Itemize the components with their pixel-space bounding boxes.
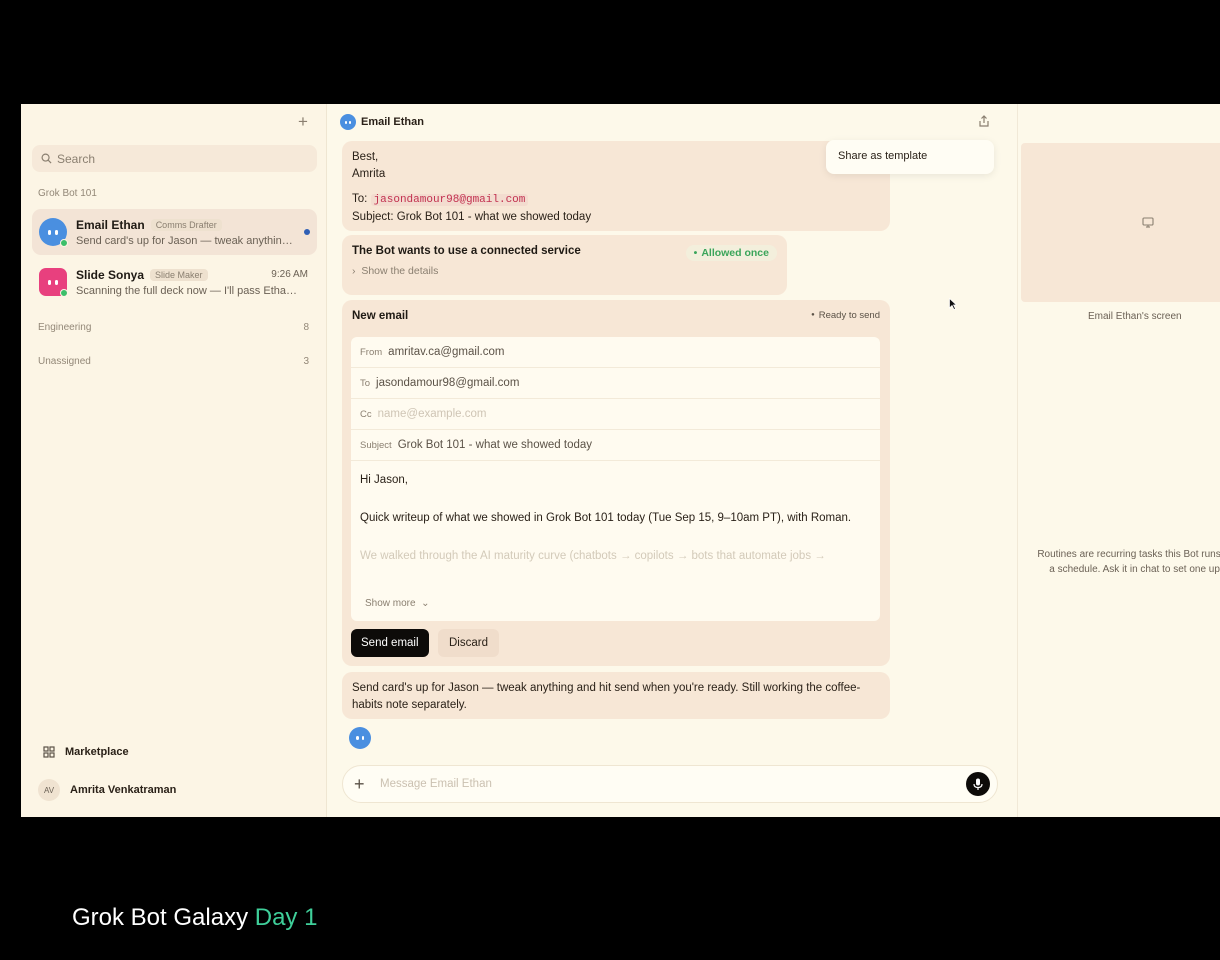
search-icon [41, 153, 52, 164]
message-bubble: Send card's up for Jason — tweak anythin… [342, 672, 890, 719]
to-label: To [360, 377, 371, 389]
group-label-unassigned[interactable]: Unassigned [38, 356, 91, 367]
recipient-email-chip: jasondamour98@gmail.com [370, 194, 529, 206]
from-label: From [360, 346, 383, 358]
user-avatar: AV [38, 779, 60, 801]
show-more-toggle[interactable]: Show more ⌄ [365, 598, 430, 609]
email-greeting: Hi Jason, [360, 474, 408, 486]
conversation-slide-sonya[interactable]: Slide Sonya Slide Maker 9:26 AM Scanning… [32, 259, 317, 305]
send-email-button[interactable]: Send email [351, 629, 429, 657]
connected-service-card: The Bot wants to use a connected service… [342, 235, 787, 295]
bot-screen-preview[interactable] [1021, 143, 1220, 302]
caption-title: Grok Bot Galaxy [72, 904, 249, 931]
screen-label: Email Ethan's screen [1088, 311, 1182, 322]
mouse-cursor-icon [949, 298, 957, 310]
to-label: To: [352, 193, 368, 205]
microphone-icon [973, 778, 983, 790]
unread-dot [304, 229, 310, 235]
show-more-label: Show more [365, 598, 416, 609]
avatar [39, 268, 68, 297]
subject-value: Grok Bot 101 - what we showed today [397, 439, 593, 451]
right-panel: Email Ethan's screen Routines are recurr… [1017, 104, 1220, 817]
group-count-unassigned: 3 [303, 356, 309, 367]
conversation-name: Slide Sonya [76, 267, 145, 282]
show-details-toggle[interactable]: › Show the details [352, 265, 777, 277]
allowed-status-badge: Allowed once [685, 245, 777, 261]
group-label-engineering[interactable]: Engineering [38, 322, 91, 333]
subject-label: Subject [360, 439, 392, 451]
user-name: Amrita Venkatraman [70, 784, 177, 796]
conversation-preview: Scanning the full deck now — I'll pass E… [76, 284, 298, 297]
online-status-dot [60, 239, 68, 247]
from-value: amritav.ca@gmail.com [388, 346, 505, 358]
cc-placeholder: name@example.com [377, 408, 487, 420]
message-input[interactable] [380, 778, 940, 790]
show-details-label: Show the details [361, 265, 439, 277]
email-paragraph-faded: We walked through the AI maturity curve … [360, 550, 826, 562]
new-email-card: New email Ready to send From amritav.ca@… [342, 300, 890, 666]
message-text: Send card's up for Jason — tweak anythin… [352, 682, 861, 711]
chevron-right-icon: › [352, 265, 356, 277]
message-text: Amrita [352, 168, 386, 180]
new-email-title: New email [352, 310, 409, 322]
app-window: + Search Grok Bot 101 Email Ethan Comms … [21, 104, 1220, 817]
email-paragraph: Quick writeup of what we showed in Grok … [360, 512, 852, 524]
group-count-engineering: 8 [303, 322, 309, 333]
role-tag: Slide Maker [150, 268, 208, 281]
monitor-icon [1142, 217, 1154, 228]
conversation-preview: Send card's up for Jason — tweak anythin… [76, 234, 298, 247]
cc-label: Cc [360, 408, 372, 420]
message-composer: + [342, 765, 998, 803]
group-label-grok-bot-101[interactable]: Grok Bot 101 [38, 188, 97, 199]
to-field[interactable]: To jasondamour98@gmail.com [351, 368, 880, 399]
chevron-down-icon: ⌄ [421, 598, 430, 609]
cc-field[interactable]: Cc name@example.com [351, 399, 880, 430]
email-draft: From amritav.ca@gmail.com To jasondamour… [351, 337, 880, 621]
from-field[interactable]: From amritav.ca@gmail.com [351, 337, 880, 368]
search-input[interactable]: Search [32, 145, 317, 172]
subject-line: Subject: Grok Bot 101 - what we showed t… [352, 211, 592, 223]
share-as-template-menu-item[interactable]: Share as template [826, 140, 994, 174]
conversation-time: 9:26 AM [271, 269, 308, 280]
conversation-email-ethan[interactable]: Email Ethan Comms Drafter Send card's up… [32, 209, 317, 255]
share-icon[interactable] [977, 114, 991, 128]
new-chat-button[interactable]: + [295, 113, 311, 130]
caption-accent: Day 1 [254, 904, 318, 931]
routines-info: Routines are recurring tasks this Bot ru… [1037, 549, 1220, 575]
chat-panel: Email Ethan Best, Amrita To: jasondamour… [327, 104, 1017, 817]
bot-avatar [349, 727, 371, 749]
marketplace-link[interactable]: Marketplace [43, 746, 129, 758]
chat-header: Email Ethan [340, 114, 424, 130]
email-body[interactable]: Hi Jason, Quick writeup of what we showe… [351, 461, 880, 566]
online-status-dot [60, 289, 68, 297]
role-tag: Comms Drafter [150, 218, 222, 231]
bot-avatar [340, 114, 356, 130]
add-attachment-button[interactable]: + [354, 774, 368, 795]
search-placeholder: Search [57, 151, 96, 166]
avatar [39, 218, 68, 247]
chat-title: Email Ethan [361, 116, 424, 128]
sidebar: + Search Grok Bot 101 Email Ethan Comms … [21, 104, 327, 817]
message-text: Best, [352, 151, 379, 163]
marketplace-label: Marketplace [65, 746, 129, 758]
to-value: jasondamour98@gmail.com [376, 377, 520, 389]
conversation-name: Email Ethan [76, 217, 145, 232]
user-profile[interactable]: AV Amrita Venkatraman [38, 779, 176, 801]
subject-field[interactable]: Subject Grok Bot 101 - what we showed to… [351, 430, 880, 461]
discard-button[interactable]: Discard [438, 629, 499, 657]
message-bubble: Best, Amrita To: jasondamour98@gmail.com… [342, 141, 890, 231]
video-caption: Grok Bot Galaxy Day 1 [72, 904, 317, 932]
microphone-button[interactable] [966, 772, 990, 796]
ready-status-badge: Ready to send [811, 310, 880, 321]
grid-icon [43, 746, 55, 758]
